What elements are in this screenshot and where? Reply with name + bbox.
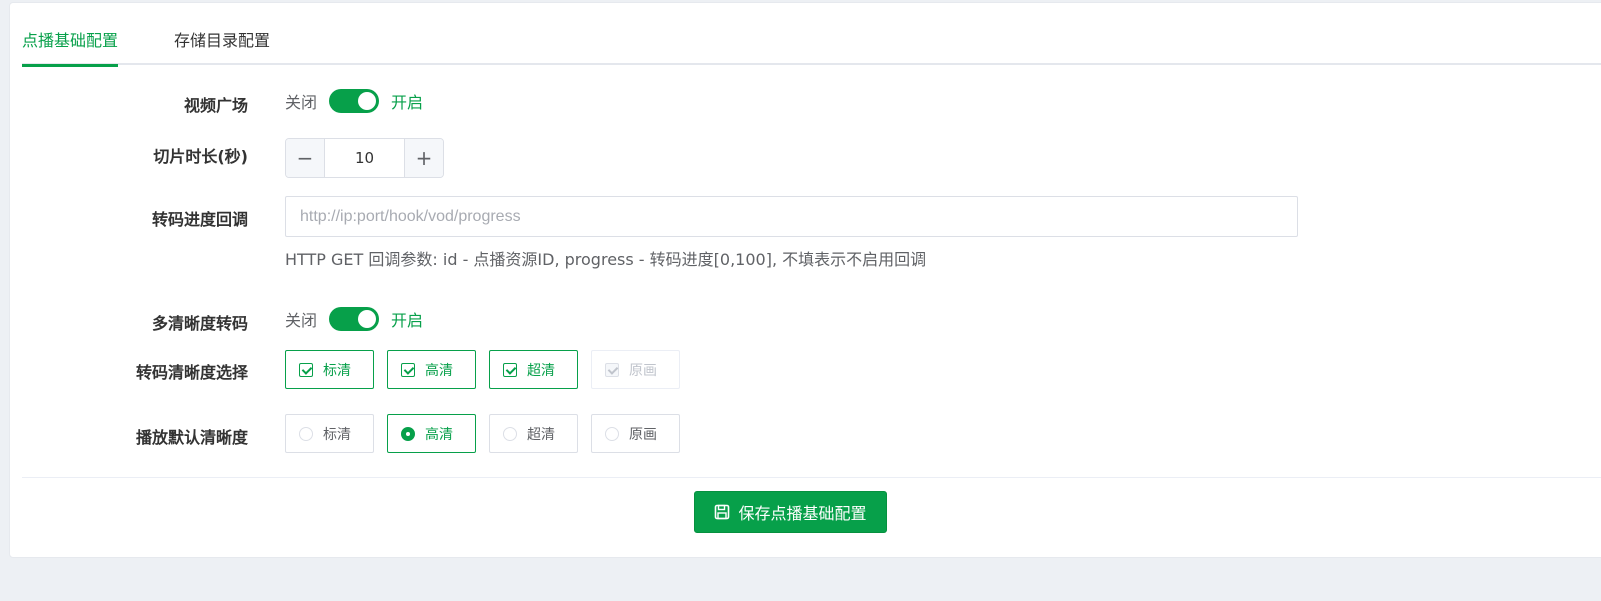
- multi-definition-switch[interactable]: [329, 307, 380, 331]
- checkbox-checked-icon: [503, 362, 517, 377]
- decrement-button[interactable]: −: [286, 139, 325, 177]
- video-square-label: 视频广场: [183, 96, 248, 115]
- checkbox-hd[interactable]: 高清: [387, 350, 476, 389]
- form-divider: [22, 477, 1601, 478]
- progress-callback-hint: HTTP GET 回调参数: id - 点播资源ID, progress - 转…: [285, 250, 927, 269]
- save-vod-config-button[interactable]: 保存点播基础配置: [694, 491, 887, 533]
- video-square-on-text: 开启: [391, 93, 424, 112]
- radio-icon: [503, 426, 517, 441]
- checkbox-label: 标清: [323, 362, 351, 379]
- progress-callback-label: 转码进度回调: [151, 210, 248, 229]
- radio-selected-icon: [401, 426, 415, 441]
- checkbox-sd[interactable]: 标清: [285, 350, 374, 389]
- checkbox-checked-icon: [299, 362, 313, 377]
- checkbox-label: 高清: [425, 362, 453, 379]
- checkbox-original: 原画: [591, 350, 680, 389]
- radio-label: 原画: [629, 426, 657, 443]
- save-icon: [715, 504, 730, 520]
- radio-original[interactable]: 原画: [591, 414, 680, 453]
- tab-vod-basic-config[interactable]: 点播基础配置: [22, 3, 119, 67]
- checkbox-label: 超清: [527, 362, 555, 379]
- switch-knob: [358, 92, 377, 110]
- default-definition-label: 播放默认清晰度: [135, 428, 248, 447]
- checkbox-disabled-icon: [605, 362, 619, 377]
- increment-button[interactable]: +: [404, 139, 443, 177]
- slice-duration-value[interactable]: 10: [325, 139, 404, 177]
- settings-panel: 点播基础配置 存储目录配置 视频广场 关闭 开启 切片时长(秒) − 10 + …: [9, 2, 1601, 558]
- switch-knob: [358, 310, 377, 328]
- radio-label: 标清: [323, 426, 351, 443]
- video-square-off-text: 关闭: [285, 93, 318, 112]
- progress-callback-input[interactable]: [285, 196, 1298, 237]
- video-square-switch[interactable]: [329, 89, 380, 113]
- tab-storage-dir-config[interactable]: 存储目录配置: [174, 3, 270, 65]
- multi-definition-on-text: 开启: [391, 311, 424, 330]
- radio-icon: [605, 426, 619, 441]
- radio-hd[interactable]: 高清: [387, 414, 476, 453]
- checkbox-label: 原画: [629, 362, 657, 379]
- tab-bar: 点播基础配置 存储目录配置: [22, 3, 1601, 67]
- slice-duration-label: 切片时长(秒): [153, 147, 248, 166]
- radio-label: 超清: [527, 426, 555, 443]
- radio-uhd[interactable]: 超清: [489, 414, 578, 453]
- checkbox-uhd[interactable]: 超清: [489, 350, 578, 389]
- radio-sd[interactable]: 标清: [285, 414, 374, 453]
- checkbox-checked-icon: [401, 362, 415, 377]
- multi-definition-off-text: 关闭: [285, 311, 318, 330]
- radio-icon: [299, 426, 313, 441]
- radio-label: 高清: [425, 426, 453, 443]
- slice-duration-stepper: − 10 +: [285, 138, 444, 178]
- save-button-label: 保存点播基础配置: [738, 504, 867, 523]
- definition-select-label: 转码清晰度选择: [135, 363, 248, 382]
- multi-definition-label: 多清晰度转码: [151, 314, 248, 333]
